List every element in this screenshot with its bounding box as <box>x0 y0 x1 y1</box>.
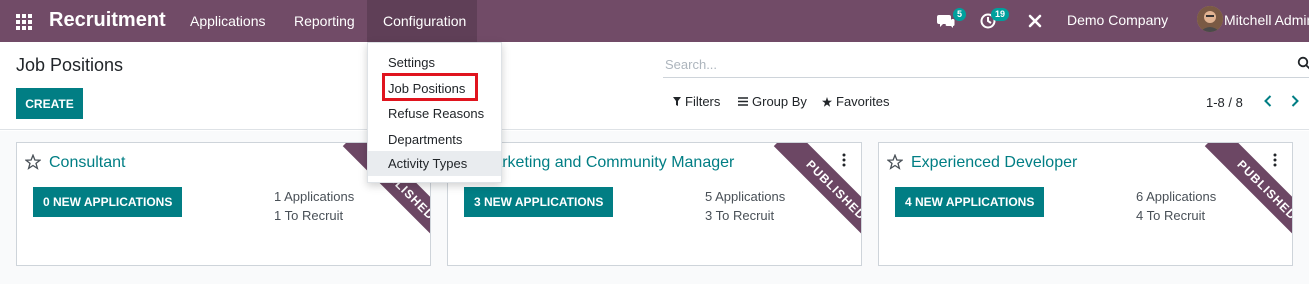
group-by-label: Group By <box>752 94 807 109</box>
kanban-view: Consultant 0 NEW APPLICATIONS 1 Applicat… <box>0 131 1309 284</box>
apps-grid-icon[interactable] <box>14 11 34 31</box>
list-icon <box>738 97 748 106</box>
menu-reporting[interactable]: Reporting <box>278 0 371 42</box>
new-applications-button[interactable]: 3 NEW APPLICATIONS <box>464 187 614 217</box>
tools-icon <box>1028 14 1042 28</box>
favorite-star-icon[interactable] <box>887 154 903 170</box>
messages-badge: 5 <box>953 8 967 21</box>
search-bar <box>663 50 1309 78</box>
job-title[interactable]: Marketing and Community Manager <box>480 154 734 172</box>
job-title[interactable]: Experienced Developer <box>911 154 1077 172</box>
filters-button[interactable]: Filters <box>673 94 720 109</box>
pager-previous-button[interactable] <box>1261 93 1275 109</box>
star-icon <box>822 96 832 107</box>
avatar[interactable] <box>1197 6 1223 32</box>
menu-configuration[interactable]: Configuration <box>367 0 477 42</box>
job-card[interactable]: Marketing and Community Manager 3 NEW AP… <box>447 142 862 266</box>
debug-tools-button[interactable] <box>1027 0 1045 42</box>
menu-item-settings[interactable]: Settings <box>368 50 501 75</box>
group-by-button[interactable]: Group By <box>738 94 807 109</box>
menu-item-refuse-reasons[interactable]: Refuse Reasons <box>368 101 501 126</box>
job-title[interactable]: Consultant <box>49 154 126 172</box>
filters-label: Filters <box>685 94 721 109</box>
create-button[interactable]: CREATE <box>16 88 83 119</box>
company-switcher[interactable]: Demo Company <box>1067 12 1168 28</box>
pager-next-button[interactable] <box>1288 93 1302 109</box>
favorites-button[interactable]: Favorites <box>822 94 889 109</box>
more-options-icon[interactable] <box>1272 153 1278 167</box>
favorite-star-icon[interactable] <box>25 154 41 170</box>
app-name[interactable]: Recruitment <box>49 9 166 32</box>
menu-item-activity-types[interactable]: Activity Types <box>368 151 501 176</box>
published-ribbon: PUBLISHED <box>1204 143 1292 243</box>
menu-item-departments[interactable]: Departments <box>368 127 501 152</box>
new-applications-button[interactable]: 0 NEW APPLICATIONS <box>33 187 183 217</box>
new-applications-button[interactable]: 4 NEW APPLICATIONS <box>895 187 1045 217</box>
more-options-icon[interactable] <box>841 153 847 167</box>
activities-button[interactable]: 19 <box>980 0 1014 42</box>
search-icon[interactable] <box>1297 56 1309 70</box>
favorites-label: Favorites <box>836 94 890 109</box>
activities-badge: 19 <box>991 8 1010 21</box>
search-input[interactable] <box>665 54 1265 74</box>
top-navbar: Recruitment Applications Reporting Confi… <box>0 0 1309 42</box>
filter-icon <box>673 97 681 106</box>
page-title: Job Positions <box>16 55 124 75</box>
menu-item-job-positions[interactable]: Job Positions <box>368 76 501 101</box>
control-panel: Job Positions CREATE Filters Group By Fa… <box>0 42 1309 130</box>
pager-value[interactable]: 1-8 / 8 <box>1206 95 1243 110</box>
chevron-left-icon <box>1264 95 1272 107</box>
published-ribbon: PUBLISHED <box>773 143 861 243</box>
job-card[interactable]: Experienced Developer 4 NEW APPLICATIONS… <box>878 142 1293 266</box>
configuration-dropdown: Settings Job Positions Refuse Reasons De… <box>367 42 502 183</box>
user-menu[interactable]: Mitchell Admin <box>1224 12 1309 28</box>
messages-button[interactable]: 5 <box>937 0 969 42</box>
menu-applications[interactable]: Applications <box>174 0 282 42</box>
chevron-right-icon <box>1291 95 1299 107</box>
